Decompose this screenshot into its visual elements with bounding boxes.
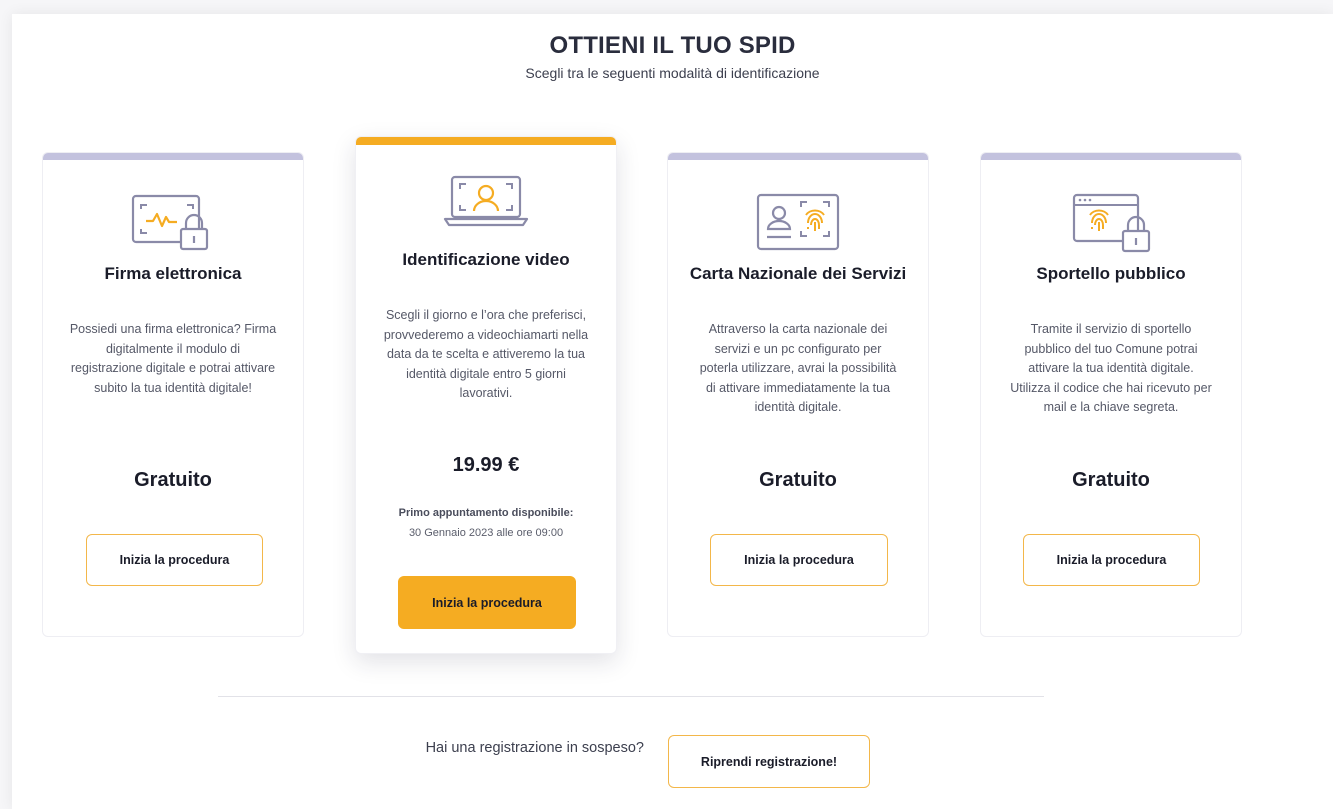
start-procedure-button[interactable]: Inizia la procedura: [710, 534, 888, 586]
card-description: Tramite il servizio di sportello pubblic…: [1010, 322, 1212, 414]
signature-lock-icon: [43, 193, 303, 251]
section-divider: [218, 696, 1044, 697]
card-sportello-pubblico: Sportello pubblico Tramite il servizio d…: [980, 152, 1242, 637]
card-carta-nazionale-servizi: Carta Nazionale dei Servizi Attraverso l…: [667, 152, 929, 637]
card-description: Scegli il giorno e l’ora che preferisci,…: [383, 308, 589, 400]
card-firma-elettronica: Firma elettronica Possiedi una firma ele…: [42, 152, 304, 637]
first-appointment-label: Primo appuntamento disponibile:: [398, 507, 574, 519]
card-top-bar: [356, 137, 616, 145]
start-procedure-button[interactable]: Inizia la procedura: [1023, 534, 1200, 586]
video-identification-icon: [356, 175, 616, 227]
card-price: Gratuito: [759, 469, 837, 491]
card-title: Carta Nazionale dei Servizi: [689, 264, 907, 283]
card-top-bar: [668, 153, 928, 160]
card-top-bar: [981, 153, 1241, 160]
card-title: Sportello pubblico: [1036, 264, 1186, 283]
card-price: 19.99 €: [452, 454, 520, 476]
page-subtitle: Scegli tra le seguenti modalità di ident…: [525, 65, 820, 81]
card-top-bar: [43, 153, 303, 160]
id-card-fingerprint-icon: [668, 193, 928, 251]
page-title: OTTIENI IL TUO SPID: [549, 32, 796, 59]
browser-fingerprint-lock-icon: [981, 193, 1241, 253]
card-price: Gratuito: [1072, 469, 1150, 491]
first-appointment-date: 30 Gennaio 2023 alle ore 09:00: [408, 527, 564, 539]
pending-registration-text: Hai una registrazione in sospeso?: [425, 740, 644, 756]
card-price: Gratuito: [134, 469, 212, 491]
card-identificazione-video: Identificazione video Scegli il giorno e…: [355, 136, 617, 654]
card-title: Identificazione video: [402, 250, 570, 269]
resume-registration-button[interactable]: Riprendi registrazione!: [668, 735, 870, 788]
card-description: Possiedi una firma elettronica? Firma di…: [69, 322, 277, 395]
card-title: Firma elettronica: [104, 264, 242, 283]
start-procedure-button[interactable]: Inizia la procedura: [398, 576, 576, 629]
start-procedure-button[interactable]: Inizia la procedura: [86, 534, 263, 586]
card-description: Attraverso la carta nazionale dei serviz…: [699, 322, 897, 414]
